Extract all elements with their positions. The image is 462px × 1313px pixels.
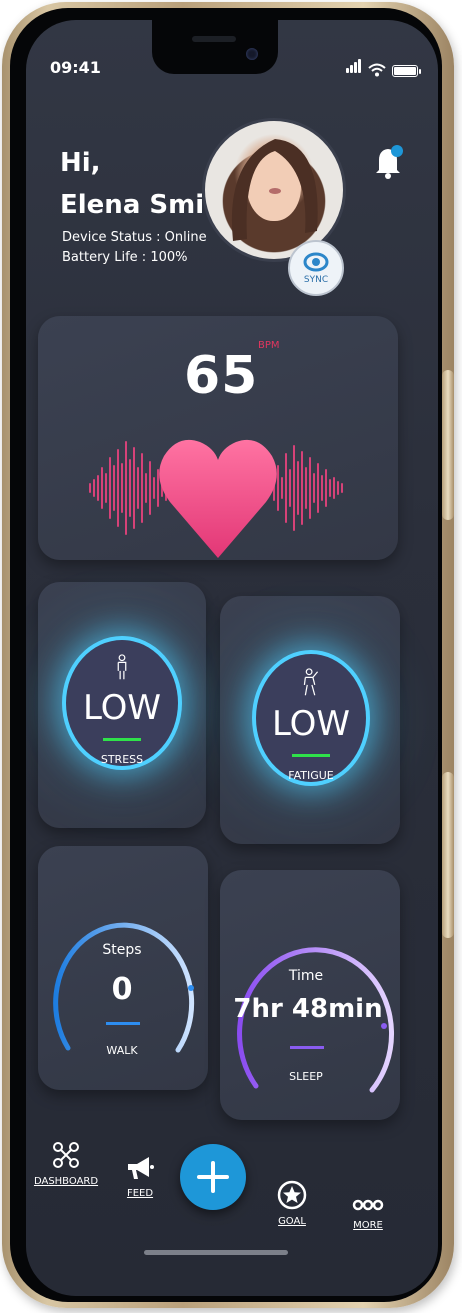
nav-dashboard-label: DASHBOARD bbox=[33, 1176, 99, 1187]
fatigue-label: FATIGUE bbox=[288, 769, 334, 782]
steps-value: 0 bbox=[111, 972, 133, 1007]
signal-icon bbox=[346, 58, 362, 77]
sleep-value: 7hr 48min bbox=[233, 994, 383, 1024]
status-icons bbox=[346, 58, 421, 77]
nav-dashboard[interactable]: DASHBOARD bbox=[33, 1140, 99, 1187]
heart-icon bbox=[159, 439, 277, 558]
home-indicator[interactable] bbox=[144, 1250, 288, 1255]
stress-level: LOW bbox=[82, 688, 162, 729]
steps-label: WALK bbox=[106, 1044, 138, 1057]
nav-feed[interactable]: FEED bbox=[112, 1154, 168, 1199]
megaphone-icon bbox=[128, 1157, 154, 1179]
sleep-label: SLEEP bbox=[289, 1070, 323, 1083]
steps-indicator bbox=[106, 1022, 140, 1025]
sync-button[interactable]: SYNC bbox=[288, 240, 344, 296]
fatigue-level: LOW bbox=[271, 704, 351, 745]
avatar-hair bbox=[231, 139, 318, 241]
notification-button[interactable] bbox=[374, 144, 404, 184]
app-screen: 09:41 Hi, Elena Smith Device Status : On… bbox=[26, 20, 438, 1296]
nav-feed-label: FEED bbox=[126, 1188, 154, 1199]
volume-button bbox=[442, 370, 454, 520]
heart-rate-unit: BPM bbox=[258, 340, 280, 351]
device-info: Device Status : Online Battery Life : 10… bbox=[62, 228, 207, 268]
heart-waveform bbox=[89, 439, 343, 558]
fatigue-ring: LOW FATIGUE bbox=[256, 654, 366, 782]
notch bbox=[152, 20, 278, 74]
side-button bbox=[442, 772, 454, 938]
fatigue-indicator bbox=[292, 754, 330, 757]
sleep-indicator bbox=[290, 1046, 324, 1049]
dashboard-icon bbox=[53, 1142, 79, 1168]
goal-star-icon bbox=[277, 1180, 307, 1210]
sync-icon bbox=[303, 252, 329, 272]
nav-goal[interactable]: GOAL bbox=[264, 1180, 320, 1227]
stress-label: STRESS bbox=[100, 753, 144, 766]
add-button[interactable] bbox=[180, 1144, 246, 1210]
steps-title: Steps bbox=[102, 942, 142, 958]
person-icon bbox=[117, 654, 127, 680]
sleep-title: Time bbox=[288, 968, 324, 984]
sync-label: SYNC bbox=[303, 275, 329, 285]
battery-life: Battery Life : 100% bbox=[62, 250, 188, 265]
nav-goal-label: GOAL bbox=[278, 1216, 306, 1227]
bell-icon bbox=[376, 145, 403, 179]
tired-person-icon bbox=[303, 668, 319, 696]
wifi-icon bbox=[368, 63, 386, 77]
front-camera bbox=[246, 48, 258, 60]
battery-icon bbox=[392, 65, 421, 77]
stress-ring: LOW STRESS bbox=[66, 640, 178, 766]
heart-rate-value: 65 bbox=[184, 346, 259, 406]
more-icon bbox=[352, 1199, 384, 1211]
status-time: 09:41 bbox=[50, 58, 101, 77]
speaker bbox=[192, 36, 236, 42]
phone-bezel: 09:41 Hi, Elena Smith Device Status : On… bbox=[10, 8, 442, 1302]
nav-more[interactable]: MORE bbox=[340, 1196, 396, 1231]
phone-frame: 09:41 Hi, Elena Smith Device Status : On… bbox=[2, 2, 454, 1308]
nav-more-label: MORE bbox=[353, 1220, 383, 1231]
plus-icon bbox=[197, 1161, 229, 1193]
device-status: Device Status : Online bbox=[62, 230, 207, 245]
stress-indicator bbox=[103, 738, 141, 741]
